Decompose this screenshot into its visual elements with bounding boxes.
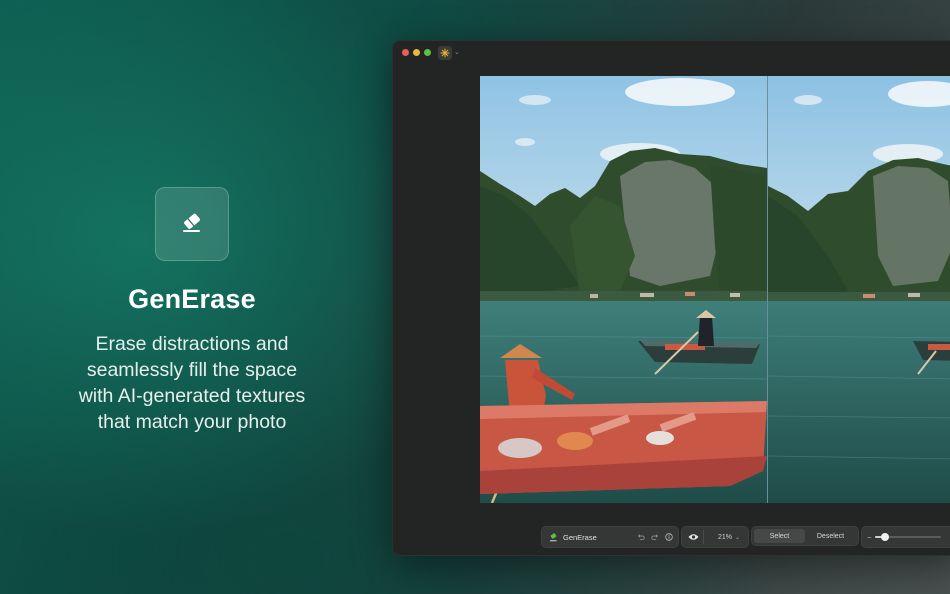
zoom-window-button[interactable]	[424, 49, 431, 56]
selection-toggle: Select Deselect	[751, 526, 859, 546]
generase-icon	[549, 532, 558, 542]
chevron-down-icon[interactable]: ⌄	[735, 534, 740, 541]
feature-description: Erase distractions and seamlessly fill t…	[40, 331, 344, 435]
photo-after	[768, 76, 950, 503]
deselect-button[interactable]: Deselect	[805, 529, 856, 543]
slider-handle[interactable]	[880, 533, 889, 541]
brush-size-control: − 20	[861, 526, 950, 548]
eye-icon[interactable]	[688, 533, 699, 542]
photo-before	[480, 76, 767, 503]
select-button[interactable]: Select	[754, 529, 805, 543]
tool-selector[interactable]: GenErase	[541, 526, 679, 548]
feature-description-line: seamlessly fill the space	[86, 359, 298, 381]
app-menu-button[interactable]: ⌄	[438, 45, 462, 60]
zoom-level[interactable]: 21%	[718, 534, 732, 541]
feature-description-line: that match your photo	[97, 411, 287, 433]
bottom-toolbar: GenErase 21% ⌄ Select Deselect −	[393, 526, 950, 548]
eraser-icon	[178, 208, 206, 241]
title-bar: ⌄	[393, 41, 950, 63]
close-window-button[interactable]	[402, 49, 409, 56]
view-controls: 21% ⌄	[681, 526, 749, 548]
undo-icon[interactable]	[636, 533, 645, 542]
app-window: ⌄ GenErase 21% ⌄ Select Deselect −	[392, 40, 950, 556]
feature-icon-box	[155, 187, 229, 261]
minimize-window-button[interactable]	[413, 49, 420, 56]
chevron-down-icon: ⌄	[454, 49, 460, 56]
sparkle-icon	[438, 45, 452, 60]
info-icon[interactable]	[664, 533, 673, 542]
feature-description-line: with AI-generated textures	[78, 385, 306, 407]
feature-description-line: Erase distractions and	[95, 333, 289, 355]
brush-size-slider[interactable]	[874, 533, 941, 541]
tool-name: GenErase	[563, 532, 597, 542]
photo-canvas[interactable]	[480, 76, 950, 503]
feature-title: GenErase	[128, 284, 256, 314]
redo-icon[interactable]	[650, 533, 659, 542]
divider	[703, 530, 704, 544]
minus-icon: −	[867, 532, 872, 542]
